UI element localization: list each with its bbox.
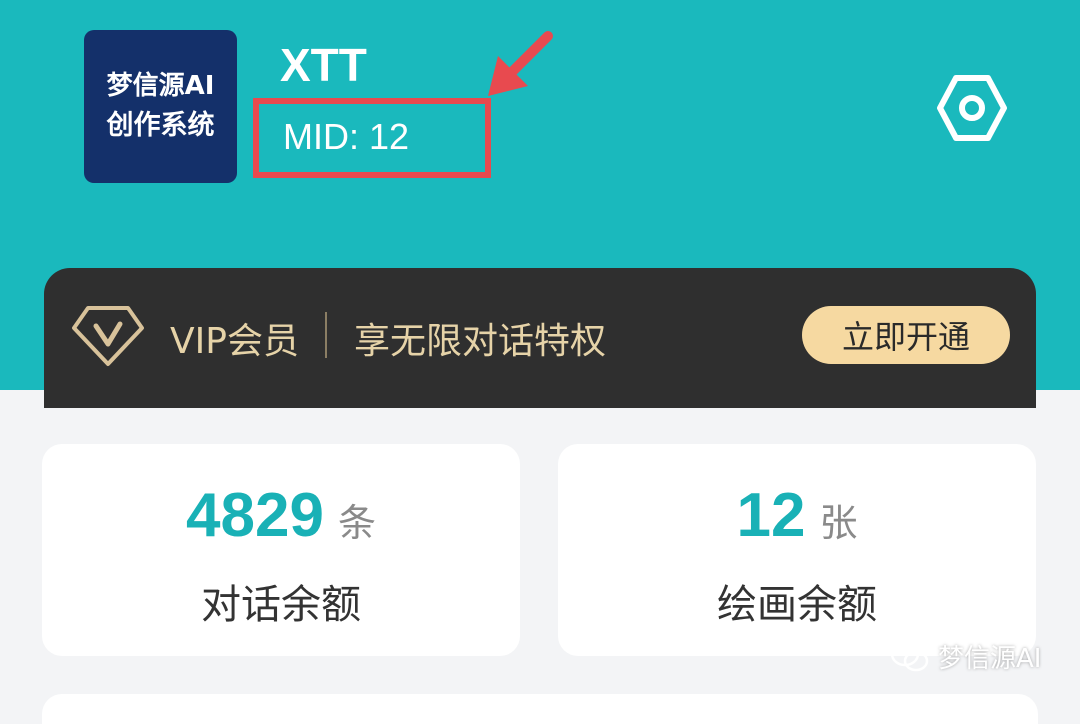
user-name: XTT (280, 39, 367, 91)
vip-description: 享无限对话特权 (354, 321, 607, 362)
chat-balance-label: 对话余额 (201, 582, 361, 628)
logo-line-2: 创作系统 (106, 109, 215, 141)
vip-diamond-icon (72, 306, 144, 366)
chat-balance-card[interactable]: 4829 条 对话余额 (42, 444, 520, 656)
logo-line-1: 梦信源AI (106, 70, 215, 101)
chat-balance-unit: 条 (337, 501, 376, 545)
wechat-icon (890, 641, 929, 671)
activate-vip-button[interactable]: 立即开通 (802, 306, 1010, 364)
settings-hexagon-icon[interactable] (936, 72, 1008, 144)
next-card-edge (42, 694, 1038, 724)
drawing-balance-value: 12 (736, 481, 806, 550)
drawing-balance-label: 绘画余额 (717, 582, 877, 628)
annotation-highlight-box (253, 98, 491, 178)
drawing-balance-card[interactable]: 12 张 绘画余额 (558, 444, 1036, 656)
app-logo: 梦信源AI 创作系统 (84, 30, 237, 183)
chat-balance-value: 4829 (186, 481, 324, 550)
watermark: 梦信源AI (890, 638, 1041, 675)
chat-balance-stat: 4829 条 (42, 480, 520, 551)
drawing-balance-unit: 张 (819, 501, 858, 545)
vip-banner[interactable]: VIP会员 享无限对话特权 立即开通 (44, 268, 1036, 408)
vip-divider (325, 312, 327, 358)
drawing-balance-stat: 12 张 (558, 480, 1036, 551)
watermark-text: 梦信源AI (938, 644, 1042, 674)
annotation-arrow-icon (488, 31, 553, 96)
vip-label: VIP会员 (170, 321, 299, 362)
